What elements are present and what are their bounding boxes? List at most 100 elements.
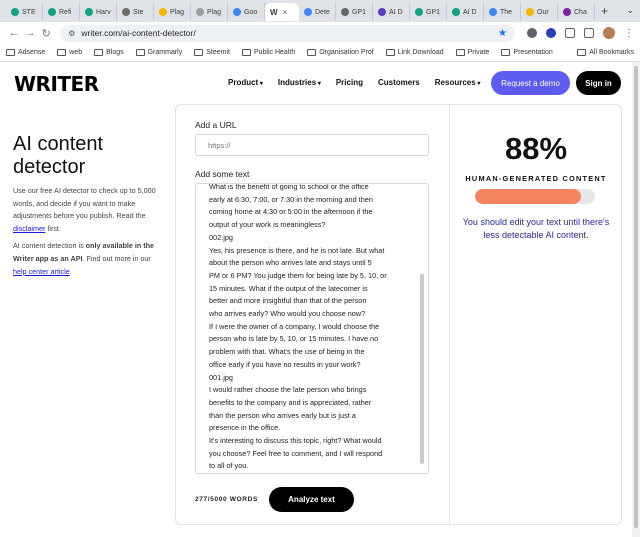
nav-item[interactable]: Industries ▾	[278, 78, 321, 87]
nav-item[interactable]: Resources ▾	[435, 78, 481, 87]
chevron-down-icon: ▾	[258, 81, 263, 87]
browser-tab[interactable]: The	[484, 3, 521, 21]
browser-tab[interactable]: Harv	[80, 3, 117, 21]
folder-icon	[194, 49, 204, 56]
profile-avatar-icon[interactable]	[603, 27, 615, 39]
bookmark-folder[interactable]: Grammarly	[135, 49, 182, 56]
browser-tab[interactable]: Plag	[191, 3, 228, 21]
result-advice: You should edit your text until there's …	[462, 217, 610, 240]
bookmark-folder[interactable]: Steemit	[194, 49, 230, 56]
analyze-text-button[interactable]: Analyze text	[269, 487, 354, 512]
folder-icon	[307, 49, 317, 56]
tab-favicon-icon	[563, 8, 571, 16]
side-panel-icon[interactable]	[584, 28, 594, 38]
chevron-down-icon: ▾	[475, 81, 481, 87]
bookmark-folder[interactable]: web	[57, 49, 82, 56]
all-bookmarks[interactable]: All Bookmarks	[577, 49, 634, 56]
folder-icon	[501, 49, 511, 56]
tab-favicon-icon	[489, 8, 497, 16]
text-line: you choose? Feel free to comment, and I …	[209, 448, 383, 458]
text-input-area[interactable]: What is the benefit of going to school o…	[195, 183, 429, 474]
address-bar[interactable]: ⚙ writer.com/ai-content-detector/ ★	[60, 24, 515, 42]
nav-item[interactable]: Product ▾	[228, 78, 263, 87]
text-line: problem with that. What's the use of bei…	[209, 347, 365, 357]
close-tab-icon[interactable]: ×	[283, 8, 288, 17]
text-line: Yes, his presence is there, and he is no…	[209, 245, 385, 255]
tab-favicon-icon	[85, 8, 93, 16]
api-note: AI content detection is only available i…	[13, 241, 155, 276]
reload-icon[interactable]: ↻	[38, 27, 54, 40]
human-score-bar	[475, 189, 595, 204]
text-line: office early if you have no results in y…	[209, 359, 361, 369]
forward-icon[interactable]: →	[22, 27, 38, 39]
disclaimer-link[interactable]: disclaimer	[13, 224, 45, 233]
url-input[interactable]	[195, 134, 429, 156]
tab-favicon-icon	[122, 8, 130, 16]
text-label: Add some text	[195, 169, 250, 179]
tab-favicon-icon	[378, 8, 386, 16]
browser-menu-icon[interactable]: ⋮	[624, 28, 634, 39]
text-line: output of your work is meaningless?	[209, 220, 326, 230]
tab-favicon-icon	[233, 8, 241, 16]
folder-icon	[577, 49, 587, 56]
browser-toolbar: ← → ↻ ⚙ writer.com/ai-content-detector/ …	[0, 22, 640, 44]
nav-item[interactable]: Customers	[378, 78, 420, 87]
browser-tab[interactable]: Ste	[117, 3, 154, 21]
bookmark-folder[interactable]: Private	[455, 49, 489, 56]
tab-favicon-icon	[526, 8, 534, 16]
folder-icon	[57, 49, 67, 56]
text-line: PM or 6 PM? You judge them for being lat…	[209, 270, 387, 280]
tab-search-chevron-icon[interactable]: ⌄	[626, 5, 634, 16]
browser-tab[interactable]: STE	[6, 3, 43, 21]
page-title: AI content detector	[13, 133, 104, 178]
extension-blue-icon[interactable]	[546, 28, 556, 38]
browser-tab[interactable]: AI D	[447, 3, 484, 21]
browser-tab[interactable]: Cha	[558, 3, 595, 21]
text-line: If I were the owner of a company, I woul…	[209, 321, 380, 331]
bookmark-star-icon[interactable]: ★	[498, 28, 507, 39]
tab-favicon-icon	[415, 8, 423, 16]
bookmark-folder[interactable]: Public Health	[241, 49, 295, 56]
page-scrollbar[interactable]	[632, 62, 640, 537]
folder-icon	[135, 49, 145, 56]
text-line: early at 6:30, 7:00, or 7:30 in the morn…	[209, 194, 373, 204]
text-line: who arrives early? Who would you choose …	[209, 309, 366, 319]
bookmark-folder[interactable]: Organisation Prof	[307, 49, 374, 56]
text-line: than the person who arrives early but is…	[209, 410, 356, 420]
browser-tab[interactable]: Our	[521, 3, 558, 21]
browser-tab[interactable]: Goo	[228, 3, 265, 21]
folder-icon	[94, 49, 104, 56]
browser-tab[interactable]: Refi	[43, 3, 80, 21]
text-line: 001.jpg	[209, 372, 233, 382]
folder-icon	[455, 49, 465, 56]
help-center-link[interactable]: help center article	[13, 267, 70, 276]
tab-favicon-icon	[341, 8, 349, 16]
text-line: about the person who arrives late and st…	[209, 258, 372, 268]
browser-tab[interactable]: Plag	[154, 3, 191, 21]
result-label: HUMAN-GENERATED CONTENT	[465, 174, 607, 183]
bookmark-folder[interactable]: Adsense	[6, 49, 45, 56]
bookmark-folder[interactable]: Blogs	[94, 49, 124, 56]
sign-in-button[interactable]: Sign in	[576, 71, 621, 95]
bookmark-folder[interactable]: Link Download	[385, 49, 444, 56]
back-icon[interactable]: ←	[6, 27, 22, 39]
folder-icon	[385, 49, 395, 56]
extension-icon[interactable]	[527, 28, 537, 38]
writer-logo[interactable]: WRITER	[14, 72, 99, 96]
browser-tab[interactable]: GP1	[410, 3, 447, 21]
extensions-puzzle-icon[interactable]	[565, 28, 575, 38]
browser-tab[interactable]: Dete	[299, 3, 336, 21]
browser-tab[interactable]: GP1	[336, 3, 373, 21]
page-scrollbar-thumb[interactable]	[634, 66, 638, 528]
browser-tab-active[interactable]: W ×	[265, 3, 299, 21]
new-tab-icon[interactable]: +	[601, 4, 608, 18]
site-info-icon[interactable]: ⚙	[68, 29, 75, 38]
bookmark-folder[interactable]: Presentation	[501, 49, 553, 56]
textarea-scrollbar[interactable]	[420, 274, 424, 464]
browser-tab[interactable]: AI D	[373, 3, 410, 21]
request-demo-button[interactable]: Request a demo	[491, 71, 570, 95]
human-percentage: 88%	[504, 131, 568, 166]
tab-favicon-icon	[159, 8, 167, 16]
text-line: I would rather choose the late person wh…	[209, 385, 367, 395]
nav-item[interactable]: Pricing	[336, 78, 363, 87]
